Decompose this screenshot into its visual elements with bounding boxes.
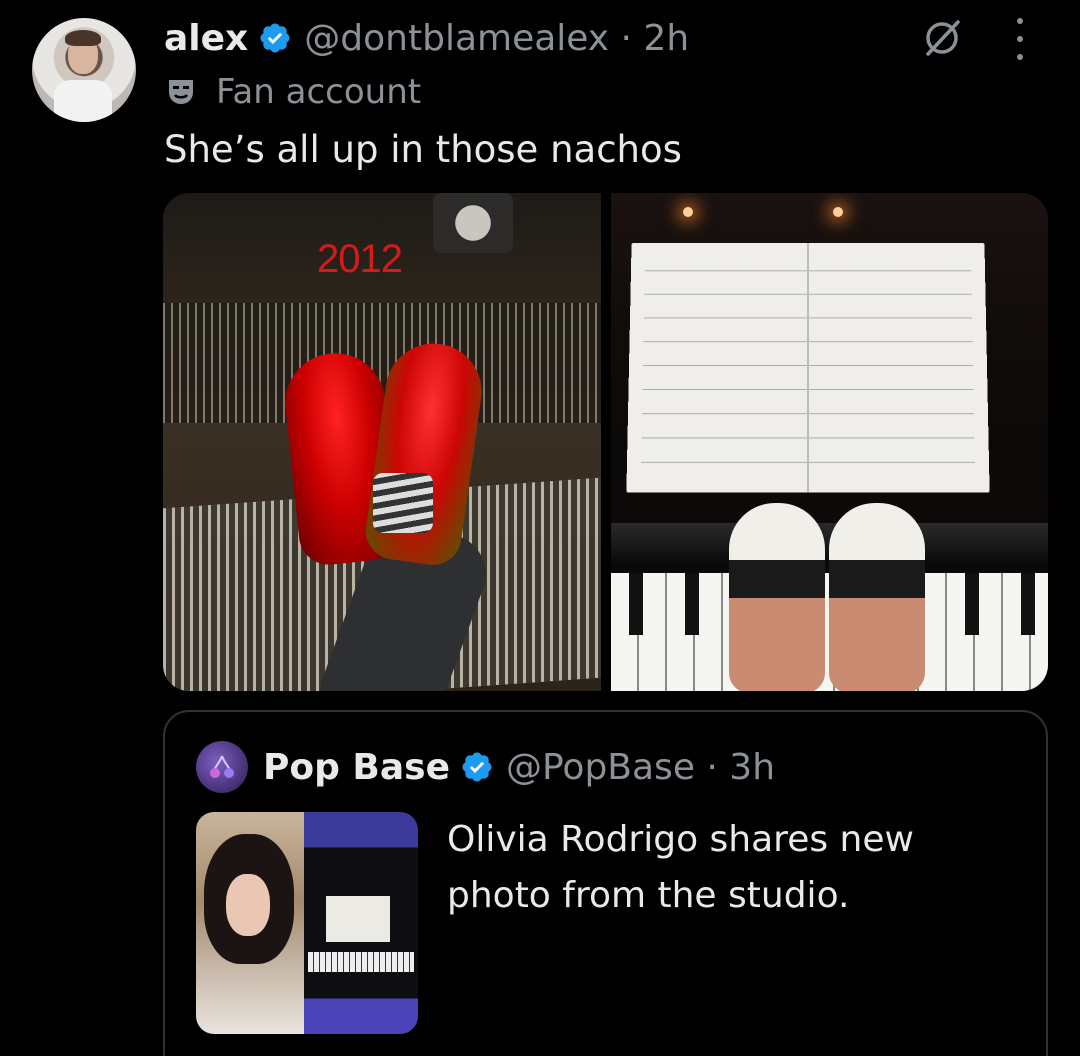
thumbnail-screenshot [304, 812, 418, 1034]
lamp-light [833, 207, 843, 217]
more-options-icon[interactable] [1008, 18, 1032, 60]
quoted-author-avatar[interactable] [196, 741, 248, 793]
quoted-author-name[interactable]: Pop Base [263, 747, 450, 788]
quoted-text: Olivia Rodrigo shares new photo from the… [447, 819, 914, 916]
avatar-hair [65, 30, 101, 46]
striped-sock [373, 473, 433, 533]
quoted-handle-time[interactable]: @PopBase · 3h [506, 747, 775, 788]
thumbnail-portrait [196, 812, 304, 1034]
lamp-light [683, 207, 693, 217]
media-photo-piano-shoes[interactable] [611, 193, 1048, 691]
verified-badge-icon [462, 752, 492, 782]
shoe-on-piano [729, 503, 825, 691]
more-dot [1017, 36, 1023, 42]
studio-speaker [433, 193, 513, 253]
quoted-media-thumbnail[interactable] [196, 812, 418, 1034]
author-name[interactable]: alex [164, 18, 248, 59]
tweet-media: 2012 [163, 193, 1048, 691]
verified-badge-icon [260, 23, 290, 53]
cherry-icon [210, 755, 234, 778]
more-dot [1017, 54, 1023, 60]
more-dot [1017, 18, 1023, 24]
author-avatar[interactable] [32, 18, 136, 122]
avatar-shirt [54, 80, 112, 122]
tweet-text: She’s all up in those nachos [164, 128, 682, 171]
tweet-header: alex @dontblamealex · 2h [164, 14, 689, 62]
quoted-header: Pop Base @PopBase · 3h [263, 742, 775, 792]
sheet-music [626, 243, 990, 493]
author-handle-time[interactable]: @dontblamealex · 2h [304, 18, 689, 59]
media-photo-studio-shoes[interactable]: 2012 [163, 193, 601, 691]
quoted-tweet[interactable]: Pop Base @PopBase · 3h Olivia Rodrigo sh… [163, 710, 1048, 1056]
shoe-on-piano [829, 503, 925, 691]
account-label-text: Fan account [216, 72, 422, 112]
grok-icon[interactable] [920, 16, 964, 60]
media-overlay-year: 2012 [317, 237, 403, 281]
mask-icon [169, 80, 193, 104]
account-label[interactable]: Fan account [166, 70, 421, 114]
